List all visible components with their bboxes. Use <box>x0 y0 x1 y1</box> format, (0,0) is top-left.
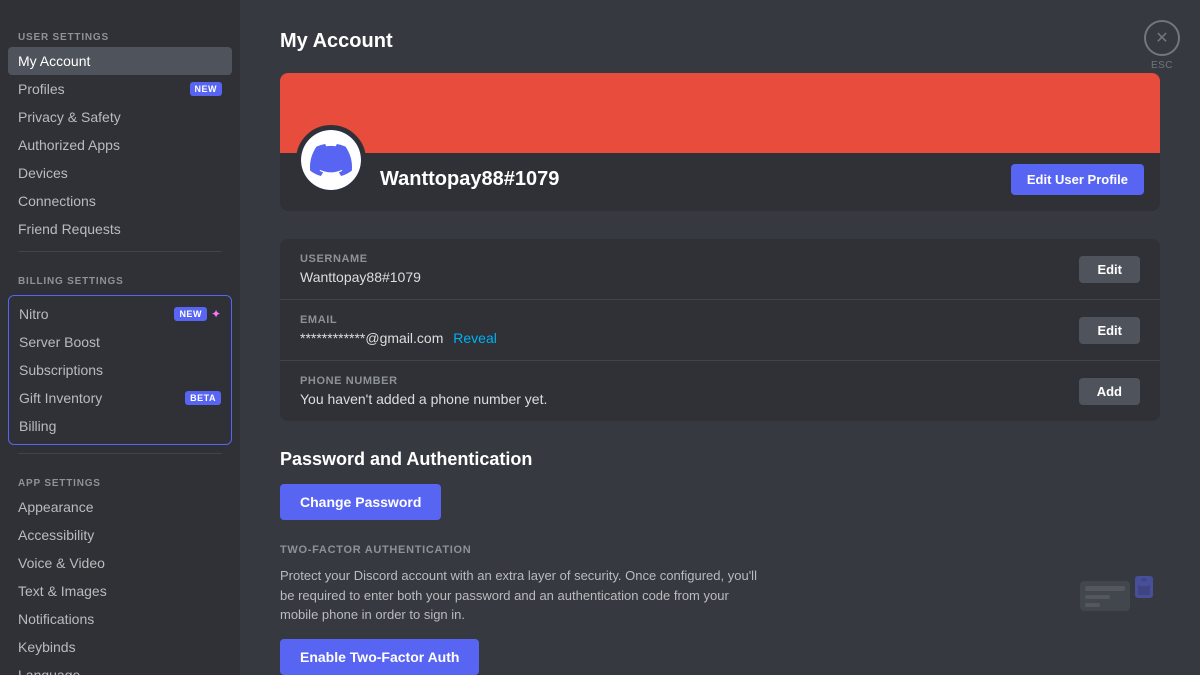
tfa-text-area: Protect your Discord account with an ext… <box>280 566 760 675</box>
sidebar-item-language[interactable]: Language <box>8 661 232 675</box>
email-field: EMAIL ************@gmail.com Reveal <box>300 314 497 346</box>
phone-value: You haven't added a phone number yet. <box>300 391 547 407</box>
user-settings-header: User Settings <box>8 16 232 47</box>
info-section: USERNAME Wanttopay88#1079 Edit EMAIL ***… <box>280 239 1160 421</box>
tfa-description: Protect your Discord account with an ext… <box>280 566 760 625</box>
sidebar-item-label: Friend Requests <box>18 221 121 237</box>
email-value: ************@gmail.com Reveal <box>300 330 497 346</box>
sidebar-item-text-images[interactable]: Text & Images <box>8 577 232 605</box>
new-badge: NEW <box>190 82 223 96</box>
sidebar-item-label: Profiles <box>18 81 65 97</box>
email-label: EMAIL <box>300 314 497 326</box>
sidebar-item-privacy-safety[interactable]: Privacy & Safety <box>8 103 232 131</box>
sidebar-item-label: My Account <box>18 53 90 69</box>
esc-button[interactable]: ✕ ESC <box>1144 20 1180 71</box>
divider-2 <box>18 453 222 454</box>
phone-add-button[interactable]: Add <box>1079 378 1140 405</box>
sidebar-item-nitro[interactable]: Nitro NEW ✦ <box>9 300 231 328</box>
sidebar-item-label: Server Boost <box>19 334 100 350</box>
profile-card: Wanttopay88#1079 Edit User Profile <box>280 73 1160 211</box>
billing-section: Nitro NEW ✦ Server Boost Subscriptions G… <box>8 295 232 445</box>
discord-icon <box>310 139 352 181</box>
divider-1 <box>18 251 222 252</box>
sidebar-item-friend-requests[interactable]: Friend Requests <box>8 215 232 243</box>
sidebar-item-label: Authorized Apps <box>18 137 120 153</box>
username-label: USERNAME <box>300 253 421 265</box>
reveal-link[interactable]: Reveal <box>453 330 497 346</box>
sidebar-item-appearance[interactable]: Appearance <box>8 493 232 521</box>
email-edit-button[interactable]: Edit <box>1079 317 1140 344</box>
username-row: USERNAME Wanttopay88#1079 Edit <box>280 239 1160 300</box>
esc-label: ESC <box>1151 60 1173 71</box>
profile-left: Wanttopay88#1079 <box>296 153 559 195</box>
username-edit-button[interactable]: Edit <box>1079 256 1140 283</box>
billing-settings-header: Billing Settings <box>8 260 232 291</box>
username-field: USERNAME Wanttopay88#1079 <box>300 253 421 285</box>
sidebar-item-billing[interactable]: Billing <box>9 412 231 440</box>
nitro-badges: NEW ✦ <box>174 307 221 321</box>
sidebar-item-label: Notifications <box>18 611 94 627</box>
sidebar-item-label: Connections <box>18 193 96 209</box>
profile-banner <box>280 73 1160 153</box>
sidebar-item-label: Accessibility <box>18 527 94 543</box>
phone-field: PHONE NUMBER You haven't added a phone n… <box>300 375 547 407</box>
discord-logo <box>301 130 361 190</box>
sidebar-item-notifications[interactable]: Notifications <box>8 605 232 633</box>
close-icon: ✕ <box>1155 28 1168 48</box>
sidebar-item-authorized-apps[interactable]: Authorized Apps <box>8 131 232 159</box>
profile-info: Wanttopay88#1079 Edit User Profile <box>280 153 1160 211</box>
esc-circle: ✕ <box>1144 20 1180 56</box>
edit-profile-button[interactable]: Edit User Profile <box>1011 164 1144 195</box>
beta-badge: BETA <box>185 391 221 405</box>
sidebar-item-label: Appearance <box>18 499 94 515</box>
sidebar-item-keybinds[interactable]: Keybinds <box>8 633 232 661</box>
sidebar-item-label: Gift Inventory <box>19 390 102 406</box>
sidebar-item-label: Nitro <box>19 306 49 322</box>
phone-label: PHONE NUMBER <box>300 375 547 387</box>
sidebar-item-server-boost[interactable]: Server Boost <box>9 328 231 356</box>
username-value: Wanttopay88#1079 <box>300 269 421 285</box>
sidebar-item-label: Privacy & Safety <box>18 109 121 125</box>
password-section-title: Password and Authentication <box>280 449 1160 470</box>
change-password-button[interactable]: Change Password <box>280 484 441 520</box>
new-badge: NEW <box>174 307 207 321</box>
star-icon: ✦ <box>211 307 221 321</box>
phone-row: PHONE NUMBER You haven't added a phone n… <box>280 361 1160 421</box>
sidebar-item-label: Devices <box>18 165 68 181</box>
avatar-wrap <box>296 125 366 195</box>
sidebar-item-label: Keybinds <box>18 639 76 655</box>
tfa-body: Protect your Discord account with an ext… <box>280 566 1160 675</box>
sidebar-item-subscriptions[interactable]: Subscriptions <box>9 356 231 384</box>
tfa-illustration <box>1070 566 1160 626</box>
sidebar-item-label: Billing <box>19 418 56 434</box>
page-title: My Account <box>280 30 1160 53</box>
tfa-icon <box>1075 571 1155 621</box>
username-display: Wanttopay88#1079 <box>380 168 559 191</box>
sidebar-item-label: Subscriptions <box>19 362 103 378</box>
sidebar: User Settings My Account Profiles NEW Pr… <box>0 0 240 675</box>
app-settings-header: App Settings <box>8 462 232 493</box>
sidebar-item-profiles[interactable]: Profiles NEW <box>8 75 232 103</box>
sidebar-item-devices[interactable]: Devices <box>8 159 232 187</box>
sidebar-item-my-account[interactable]: My Account <box>8 47 232 75</box>
sidebar-item-connections[interactable]: Connections <box>8 187 232 215</box>
email-masked: ************@gmail.com <box>300 330 443 346</box>
enable-tfa-button[interactable]: Enable Two-Factor Auth <box>280 639 479 675</box>
tfa-section: TWO-FACTOR AUTHENTICATION Protect your D… <box>280 544 1160 675</box>
sidebar-item-label: Language <box>18 667 80 675</box>
avatar <box>296 125 366 195</box>
sidebar-item-accessibility[interactable]: Accessibility <box>8 521 232 549</box>
tfa-header: TWO-FACTOR AUTHENTICATION <box>280 544 1160 556</box>
sidebar-item-gift-inventory[interactable]: Gift Inventory BETA <box>9 384 231 412</box>
sidebar-item-voice-video[interactable]: Voice & Video <box>8 549 232 577</box>
main-content: ✕ ESC My Account Wanttopa <box>240 0 1200 675</box>
email-row: EMAIL ************@gmail.com Reveal Edit <box>280 300 1160 361</box>
sidebar-item-label: Voice & Video <box>18 555 105 571</box>
sidebar-item-label: Text & Images <box>18 583 107 599</box>
